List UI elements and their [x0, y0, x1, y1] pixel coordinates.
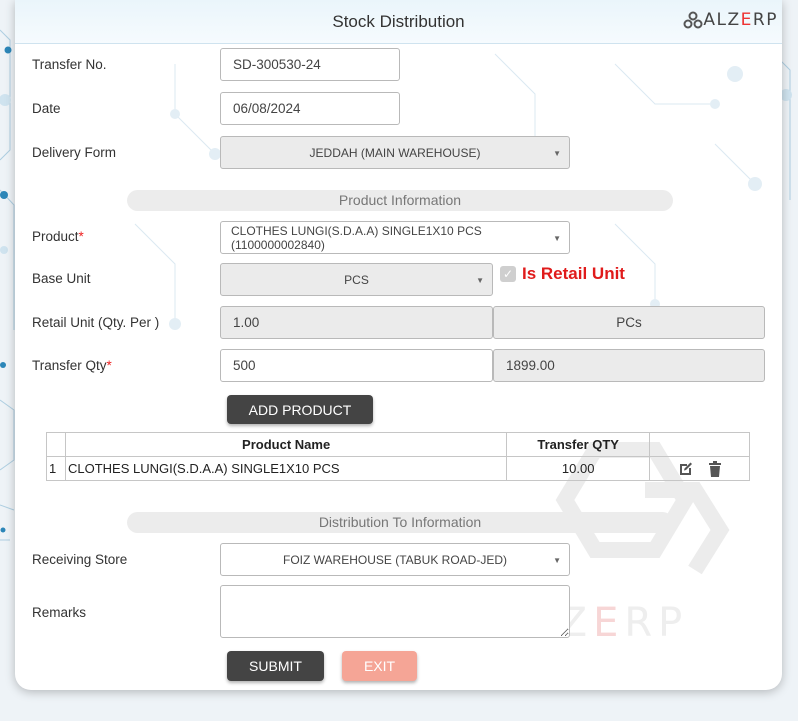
- row-product-name: CLOTHES LUNGI(S.D.A.A) SINGLE1X10 PCS: [64, 456, 508, 481]
- is-retail-unit-checkbox[interactable]: ✓ Is Retail Unit: [500, 264, 625, 284]
- logo-text: ALZERP: [703, 10, 778, 30]
- transfer-qty-input[interactable]: 500: [220, 349, 493, 382]
- product-select[interactable]: CLOTHES LUNGI(S.D.A.A) SINGLE1X10 PCS (1…: [220, 221, 570, 254]
- exit-button[interactable]: EXIT: [342, 651, 417, 681]
- checkmark-icon: ✓: [500, 266, 516, 282]
- product-label: Product*: [32, 229, 84, 244]
- column-header-transfer-qty: Transfer QTY: [506, 432, 651, 457]
- retail-unit-label: Retail Unit (Qty. Per ): [32, 315, 160, 330]
- date-label: Date: [32, 101, 61, 116]
- base-unit-value: PCS: [344, 272, 369, 287]
- header-bar: Stock Distribution ALZERP: [15, 0, 782, 44]
- transfer-qty-value: 500: [233, 358, 256, 373]
- base-unit-select[interactable]: PCS ▼: [220, 263, 493, 296]
- column-header-actions: [649, 432, 750, 457]
- receiving-store-select[interactable]: FOIZ WAREHOUSE (TABUK ROAD-JED) ▼: [220, 543, 570, 576]
- product-information-heading: Product Information: [127, 190, 673, 211]
- transfer-no-value: SD-300530-24: [233, 57, 321, 72]
- base-unit-label: Base Unit: [32, 271, 91, 286]
- remarks-label: Remarks: [32, 605, 87, 620]
- row-transfer-qty: 10.00: [506, 456, 651, 481]
- stock-distribution-panel: ALZERP Stock Distribution ALZERP Transfe…: [15, 0, 782, 690]
- transfer-no-label: Transfer No.: [32, 57, 107, 72]
- product-table: Product Name Transfer QTY 1 CLOTHES LUNG…: [46, 432, 750, 481]
- edit-icon[interactable]: [678, 461, 694, 477]
- retail-unit-qty-value: 1.00: [233, 315, 260, 330]
- caret-down-icon: ▼: [553, 149, 561, 158]
- column-header-no: [46, 432, 66, 457]
- available-qty-value: 1899.00: [506, 358, 555, 373]
- remarks-textarea[interactable]: [220, 585, 570, 638]
- alzerp-logo: ALZERP: [683, 9, 778, 31]
- page-title: Stock Distribution: [332, 12, 465, 31]
- retail-unit-name-value: PCs: [616, 315, 642, 330]
- receiving-store-value: FOIZ WAREHOUSE (TABUK ROAD-JED): [282, 552, 507, 567]
- date-value: 06/08/2024: [233, 101, 301, 116]
- receiving-store-label: Receiving Store: [32, 552, 128, 567]
- delete-icon[interactable]: [708, 460, 722, 477]
- caret-down-icon: ▼: [553, 234, 561, 243]
- caret-down-icon: ▼: [553, 556, 561, 565]
- date-input[interactable]: 06/08/2024: [220, 92, 400, 125]
- is-retail-unit-label: Is Retail Unit: [522, 264, 625, 283]
- available-qty-field: 1899.00: [493, 349, 765, 382]
- delivery-form-label: Delivery Form: [32, 145, 117, 160]
- distribution-information-heading: Distribution To Information: [127, 512, 673, 533]
- transfer-qty-label: Transfer Qty*: [32, 358, 112, 373]
- retail-unit-qty-field: 1.00: [220, 306, 493, 339]
- product-value: CLOTHES LUNGI(S.D.A.A) SINGLE1X10 PCS (1…: [231, 223, 482, 252]
- caret-down-icon: ▼: [476, 276, 484, 285]
- delivery-form-select[interactable]: JEDDAH (MAIN WAREHOUSE) ▼: [220, 136, 570, 169]
- add-product-button[interactable]: ADD PRODUCT: [227, 395, 373, 424]
- column-header-product-name: Product Name: [64, 432, 508, 457]
- row-number: 1: [46, 456, 66, 481]
- submit-button[interactable]: SUBMIT: [227, 651, 324, 681]
- table-row: 1 CLOTHES LUNGI(S.D.A.A) SINGLE1X10 PCS …: [46, 456, 750, 481]
- table-header-row: Product Name Transfer QTY: [46, 432, 750, 457]
- delivery-form-value: JEDDAH (MAIN WAREHOUSE): [309, 145, 481, 160]
- transfer-no-input[interactable]: SD-300530-24: [220, 48, 400, 81]
- row-actions: [649, 456, 750, 481]
- logo-icon: [683, 11, 703, 29]
- retail-unit-name-field: PCs: [493, 306, 765, 339]
